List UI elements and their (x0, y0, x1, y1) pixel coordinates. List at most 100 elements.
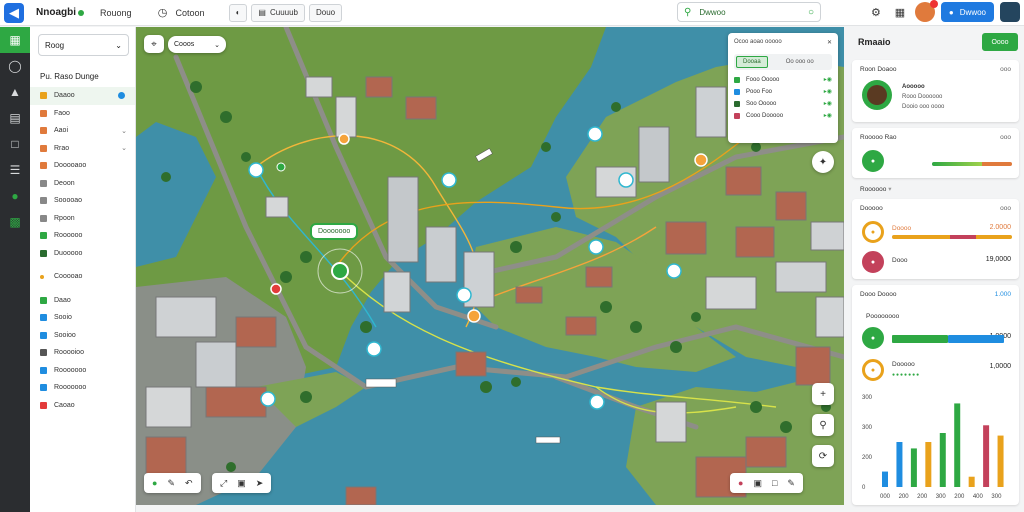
layer-color-icon (40, 162, 47, 170)
legend-row[interactable]: Fooo Ooooo ▸◉ (734, 76, 832, 83)
sidebar-item[interactable]: Deoon (30, 175, 135, 193)
sidebar-item[interactable]: Sooooao (30, 192, 135, 210)
view-label[interactable]: Cotoon (176, 8, 205, 18)
search-go-icon[interactable]: ○ (808, 7, 814, 18)
record-icon[interactable]: ● (738, 478, 743, 488)
legend-rows: Fooo Ooooo ▸◉ Pooo Foo ▸◉ Soo Ooooo ▸◉ Cooo Do… (734, 76, 832, 119)
rail-table-icon[interactable]: ▩ (0, 209, 30, 235)
primary-action-button[interactable]: ● Dwwoo (940, 2, 994, 22)
rail-leaf-icon[interactable]: ● (0, 183, 30, 209)
toggle-icon[interactable]: ▸◉ (824, 100, 832, 107)
sidebar-item[interactable]: Aaoi ⌄ (30, 122, 135, 140)
chevron-down-icon[interactable]: ⌄ (121, 127, 127, 135)
selected-location-pin[interactable] (331, 262, 349, 280)
chart-card: Dooo Doooo1.000 Poooooooo ● 1.0000 ● Doo… (852, 285, 1019, 505)
layer-color-icon (40, 331, 47, 339)
legend-row[interactable]: Soo Ooooo ▸◉ (734, 100, 832, 107)
rotate-button[interactable]: ⟳ (812, 445, 834, 467)
metrics-card-title: Dooooo (860, 205, 883, 212)
menu-text[interactable]: Rouong (100, 8, 132, 18)
sidebar-item[interactable]: Rooooooo (30, 362, 135, 380)
profile-card-title: Roon Doaoo (860, 66, 897, 73)
chart-bar[interactable] (983, 425, 990, 487)
sidebar-item[interactable]: Daaoo (30, 87, 135, 105)
chevron-down-icon[interactable]: ⌄ (121, 144, 127, 152)
y-tick-label: 200 (862, 455, 873, 461)
tool-b-button[interactable]: Douo (309, 3, 343, 22)
app-logo-icon[interactable]: ◀ (4, 2, 24, 23)
tool-a-button[interactable]: ▤ Cuuuub (251, 3, 305, 22)
share-icon[interactable]: □ (772, 478, 777, 488)
edit-icon[interactable]: ✎ (167, 478, 175, 489)
metric-1-label: Doooo (892, 225, 912, 232)
legend-tabs: Dooaa Oo ooo oo (734, 54, 832, 70)
profile-avatar[interactable] (862, 80, 892, 110)
sidebar-item[interactable]: Cooooao (30, 268, 135, 286)
legend-row[interactable]: Pooo Foo ▸◉ (734, 88, 832, 95)
search-input[interactable]: ⚲ Dwwoo ○ (677, 2, 821, 22)
draw-icon[interactable]: ● (152, 478, 157, 488)
settings-icon[interactable]: ⚙ (867, 3, 885, 21)
sidebar-item[interactable]: Rpoon (30, 210, 135, 228)
compass-button[interactable]: ✦ (812, 151, 834, 173)
sidebar-item[interactable]: Rrao ⌄ (30, 140, 135, 158)
sidebar-item[interactable]: Faoo (30, 105, 135, 123)
bar-chart: 0 200 300 300 000 200 200 300 200 400 300 (862, 395, 1004, 500)
tool-b-label: Douo (316, 8, 336, 17)
legend-tab-active[interactable]: Dooaa (736, 56, 768, 68)
chart-bar[interactable] (954, 403, 961, 487)
notification-button[interactable] (914, 0, 938, 22)
chart-bar[interactable] (925, 442, 932, 487)
x-tick-label: 000 (880, 494, 891, 500)
sidebar-item-label: Cooooao (54, 273, 83, 281)
locate-button[interactable]: ⌖ (144, 35, 164, 53)
layer-select[interactable]: Cooos ⌄ (168, 36, 226, 53)
transform-icon[interactable]: ⤢ (220, 478, 227, 489)
sidebar-item[interactable]: Sooio (30, 309, 135, 327)
pin-tool-button[interactable]: ⚲ (812, 414, 834, 436)
compass-icon: ✦ (818, 156, 828, 168)
camera-icon[interactable]: ▣ (753, 478, 762, 489)
sidebar-item[interactable]: Dooooaoo (30, 157, 135, 175)
zoom-in-button[interactable]: + (812, 383, 834, 405)
chart-bar[interactable] (968, 476, 975, 487)
apps-icon[interactable]: ▦ (891, 3, 909, 21)
chart-bar[interactable] (939, 433, 946, 487)
region-select[interactable]: Roog ⌄ (38, 34, 129, 56)
x-tick-label: 200 (917, 494, 928, 500)
rail-doc-icon[interactable]: ☰ (0, 157, 30, 183)
toggle-icon[interactable]: ▸◉ (824, 88, 832, 95)
rail-layers-icon[interactable]: ▲ (0, 79, 30, 105)
sidebar-item-label: Dooooaoo (54, 162, 87, 170)
toggle-icon[interactable]: ▸◉ (824, 112, 832, 119)
sidebar-item[interactable]: Duooooo (30, 245, 135, 263)
chart-bar[interactable] (997, 435, 1004, 487)
undo-icon[interactable]: ↶ (185, 478, 193, 489)
sidebar-item[interactable]: Rooooioo (30, 344, 135, 362)
chart-bar[interactable] (896, 442, 903, 487)
legend-row[interactable]: Cooo Dooooo ▸◉ (734, 112, 832, 119)
sidebar-item[interactable]: Caoao (30, 397, 135, 415)
sidebar-item[interactable]: Roooooo (30, 227, 135, 245)
clock-icon[interactable]: ◷ (154, 4, 172, 22)
send-icon[interactable]: ➤ (256, 478, 264, 489)
sidebar-item[interactable]: Sooioo (30, 327, 135, 345)
chart-bar[interactable] (882, 471, 888, 487)
close-icon[interactable]: ✕ (827, 39, 832, 46)
rail-chat-icon[interactable]: □ (0, 131, 30, 157)
panel-action-button[interactable]: Oooo (982, 33, 1018, 51)
toggle-button[interactable]: ◐ (228, 3, 248, 22)
map-view[interactable]: ⌖ Cooos ⌄ Dooooooo Ocoo aoao ooooo ✕ Dooa… (136, 27, 844, 505)
toggle-icon[interactable]: ▸◉ (824, 76, 832, 83)
legend-tab-other[interactable]: Oo ooo oo (786, 59, 814, 65)
user-avatar[interactable] (1000, 2, 1020, 22)
sidebar-item[interactable]: Rooooooo (30, 379, 135, 397)
rail-pin-icon[interactable]: ◯ (0, 53, 30, 79)
chart-bar[interactable] (910, 448, 917, 487)
note-icon[interactable]: ✎ (787, 478, 795, 489)
y-tick-label: 300 (862, 395, 873, 401)
rail-chart-icon[interactable]: ▤ (0, 105, 30, 131)
sidebar-item[interactable]: Daao (30, 292, 135, 310)
image-icon[interactable]: ▣ (237, 478, 246, 489)
rail-grid-icon[interactable]: ▦ (0, 27, 30, 53)
